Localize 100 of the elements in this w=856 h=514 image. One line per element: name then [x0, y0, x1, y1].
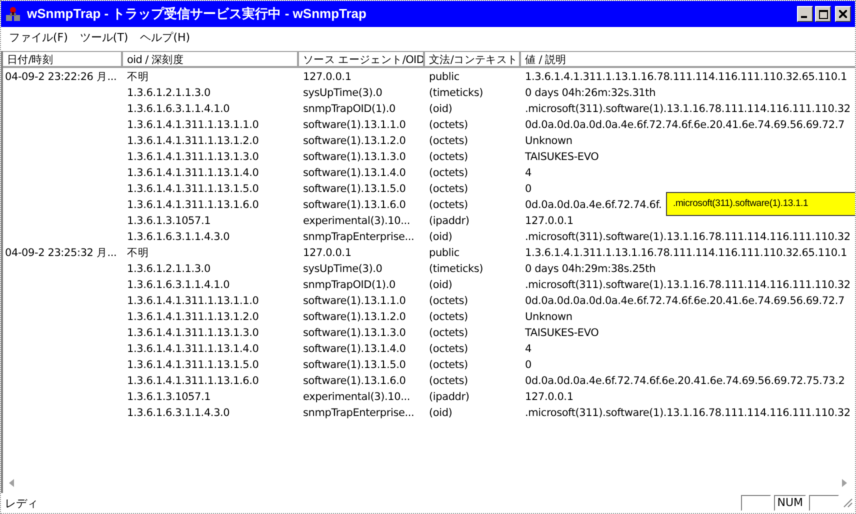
table-cell: (oid)	[429, 279, 452, 291]
table-cell: (timeticks)	[429, 263, 484, 275]
table-cell: sysUpTime(3).0	[303, 263, 382, 275]
table-cell: TAISUKES-EVO	[525, 327, 599, 339]
table-cell: (octets)	[429, 183, 468, 195]
table-cell: 1.3.6.1.4.1.311.1.13.1.4.0	[127, 343, 259, 355]
table-cell: 1.3.6.1.3.1057.1	[127, 391, 211, 403]
table-cell: software(1).13.1.3.0	[303, 151, 406, 163]
table-cell: (octets)	[429, 327, 468, 339]
table-cell: (octets)	[429, 167, 468, 179]
table-cell: 1.3.6.1.4.1.311.1.13.1.3.0	[127, 151, 259, 163]
table-cell: (oid)	[429, 231, 452, 243]
table-cell: 1.3.6.1.4.1.311.1.13.1.16.78.111.114.116.111.110.32.65.110.1	[525, 71, 847, 83]
close-icon	[839, 10, 847, 18]
status-pane	[809, 495, 839, 511]
status-pane: NUM	[774, 495, 806, 511]
table-cell: 1.3.6.1.4.1.311.1.13.1.3.0	[127, 327, 259, 339]
table-cell: experimental(3).10...	[303, 391, 410, 403]
table-cell: 1.3.6.1.6.3.1.1.4.1.0	[127, 103, 230, 115]
app-icon	[5, 6, 21, 22]
table-cell: Unknown	[525, 135, 572, 147]
table-cell: (octets)	[429, 375, 468, 387]
table-cell: (octets)	[429, 311, 468, 323]
table-cell: software(1).13.1.4.0	[303, 343, 406, 355]
table-cell: 4	[525, 343, 532, 355]
table-cell: 04-09-2 23:22:26 月...	[5, 71, 117, 83]
table-cell: software(1).13.1.2.0	[303, 311, 406, 323]
table-cell: 1.3.6.1.2.1.1.3.0	[127, 263, 210, 275]
table-cell: .microsoft(311).software(1).13.1.16.78.111.114.116.111.110.32	[525, 103, 850, 115]
table-cell: 0d.0a.0d.0a.0d.0a.4e.6f.72.74.6f.6e.20.41.6e.74.69.56.69.72.7	[525, 295, 845, 307]
table-cell: 1.3.6.1.4.1.311.1.13.1.5.0	[127, 183, 259, 195]
maximize-button[interactable]	[815, 6, 831, 22]
table-cell: (octets)	[429, 119, 468, 131]
table-cell: (octets)	[429, 199, 468, 211]
table-cell: Unknown	[525, 311, 572, 323]
table-cell: (oid)	[429, 103, 452, 115]
table-cell: 1.3.6.1.6.3.1.1.4.3.0	[127, 231, 230, 243]
table-cell: (timeticks)	[429, 87, 484, 99]
table-cell: 0 days 04h:26m:32s.31th	[525, 87, 656, 99]
table-cell: software(1).13.1.6.0	[303, 199, 406, 211]
resize-grip-icon	[843, 498, 853, 508]
table-cell: (octets)	[429, 135, 468, 147]
table-cell: software(1).13.1.4.0	[303, 167, 406, 179]
table-cell: software(1).13.1.5.0	[303, 183, 406, 195]
minimize-button[interactable]	[797, 6, 813, 22]
table-cell: (octets)	[429, 359, 468, 371]
table-cell: .microsoft(311).software(1).13.1.16.78.111.114.116.111.110.32	[525, 279, 850, 291]
table-cell: .microsoft(311).software(1).13.1.16.78.111.114.116.111.110.32	[525, 407, 850, 419]
table-cell: 不明	[127, 71, 149, 83]
close-button[interactable]	[835, 6, 851, 22]
table-cell: 1.3.6.1.6.3.1.1.4.3.0	[127, 407, 230, 419]
table-cell: 1.3.6.1.4.1.311.1.13.1.4.0	[127, 167, 259, 179]
table-cell: 1.3.6.1.4.1.311.1.13.1.16.78.111.114.116.111.110.32.65.110.1	[525, 247, 847, 259]
column-header[interactable]: oid / 深刻度	[123, 51, 299, 68]
table-cell: 不明	[127, 247, 149, 259]
column-header[interactable]: 文法/コンテキスト	[425, 51, 521, 68]
table-cell: 127.0.0.1	[303, 71, 352, 83]
table-cell: 127.0.0.1	[303, 247, 352, 259]
table-cell: snmpTrapOID(1).0	[303, 279, 396, 291]
column-header[interactable]: 値 / 説明	[521, 51, 855, 68]
table-cell: snmpTrapOID(1).0	[303, 103, 396, 115]
table-cell: snmpTrapEnterprise...	[303, 407, 414, 419]
table-cell: public	[429, 247, 460, 259]
table-cell: 0	[525, 183, 532, 195]
table-cell: (octets)	[429, 343, 468, 355]
status-pane	[741, 495, 772, 511]
window-title: wSnmpTrap - トラップ受信サービス実行中 - wSnmpTrap	[27, 5, 368, 23]
table-cell: software(1).13.1.1.0	[303, 119, 406, 131]
table-cell: 4	[525, 167, 532, 179]
maximize-icon	[818, 10, 828, 18]
table-cell: software(1).13.1.3.0	[303, 327, 406, 339]
status-text: レディ	[5, 496, 39, 510]
scroll-right-icon	[842, 479, 847, 487]
table-cell: 0 days 04h:29m:38s.25th	[525, 263, 656, 275]
table-cell: .microsoft(311).software(1).13.1.16.78.111.114.116.111.110.32	[525, 231, 850, 243]
table-cell: sysUpTime(3).0	[303, 87, 382, 99]
tooltip: .microsoft(311).software(1).13.1.1	[666, 192, 855, 216]
table-cell: software(1).13.1.2.0	[303, 135, 406, 147]
table-cell: 1.3.6.1.4.1.311.1.13.1.6.0	[127, 375, 259, 387]
table-cell: 0d.0a.0d.0a.4e.6f.72.74.6f.6e.20.41.6e.74.69.56.69.72.75.73.2	[525, 375, 845, 387]
menu-item[interactable]: ヘルプ(H)	[136, 30, 198, 44]
table-cell: 1.3.6.1.4.1.311.1.13.1.5.0	[127, 359, 259, 371]
table-cell: 0d.0a.0d.0a.0d.0a.4e.6f.72.74.6f.6e.20.41.6e.74.69.56.69.72.7	[525, 119, 845, 131]
table-cell: 1.3.6.1.4.1.311.1.13.1.2.0	[127, 311, 259, 323]
scroll-left-icon	[9, 479, 14, 487]
table-cell: (ipaddr)	[429, 215, 470, 227]
table-cell: 1.3.6.1.4.1.311.1.13.1.1.0	[127, 295, 259, 307]
menu-item[interactable]: ツール(T)	[76, 30, 136, 44]
column-header[interactable]: 日付/時刻	[3, 51, 123, 68]
table-cell: software(1).13.1.5.0	[303, 359, 406, 371]
table-cell: snmpTrapEnterprise...	[303, 231, 414, 243]
table-cell: experimental(3).10...	[303, 215, 410, 227]
menu-item[interactable]: ファイル(F)	[5, 30, 76, 44]
table-cell: 1.3.6.1.4.1.311.1.13.1.6.0	[127, 199, 259, 211]
table-cell: 1.3.6.1.3.1057.1	[127, 215, 211, 227]
table-cell: 0d.0a.0d.0a.4e.6f.72.74.6f.	[525, 199, 662, 211]
table-cell: (oid)	[429, 407, 452, 419]
table-cell: 127.0.0.1	[525, 391, 574, 403]
table-cell: 0	[525, 359, 532, 371]
table-cell: 127.0.0.1	[525, 215, 574, 227]
